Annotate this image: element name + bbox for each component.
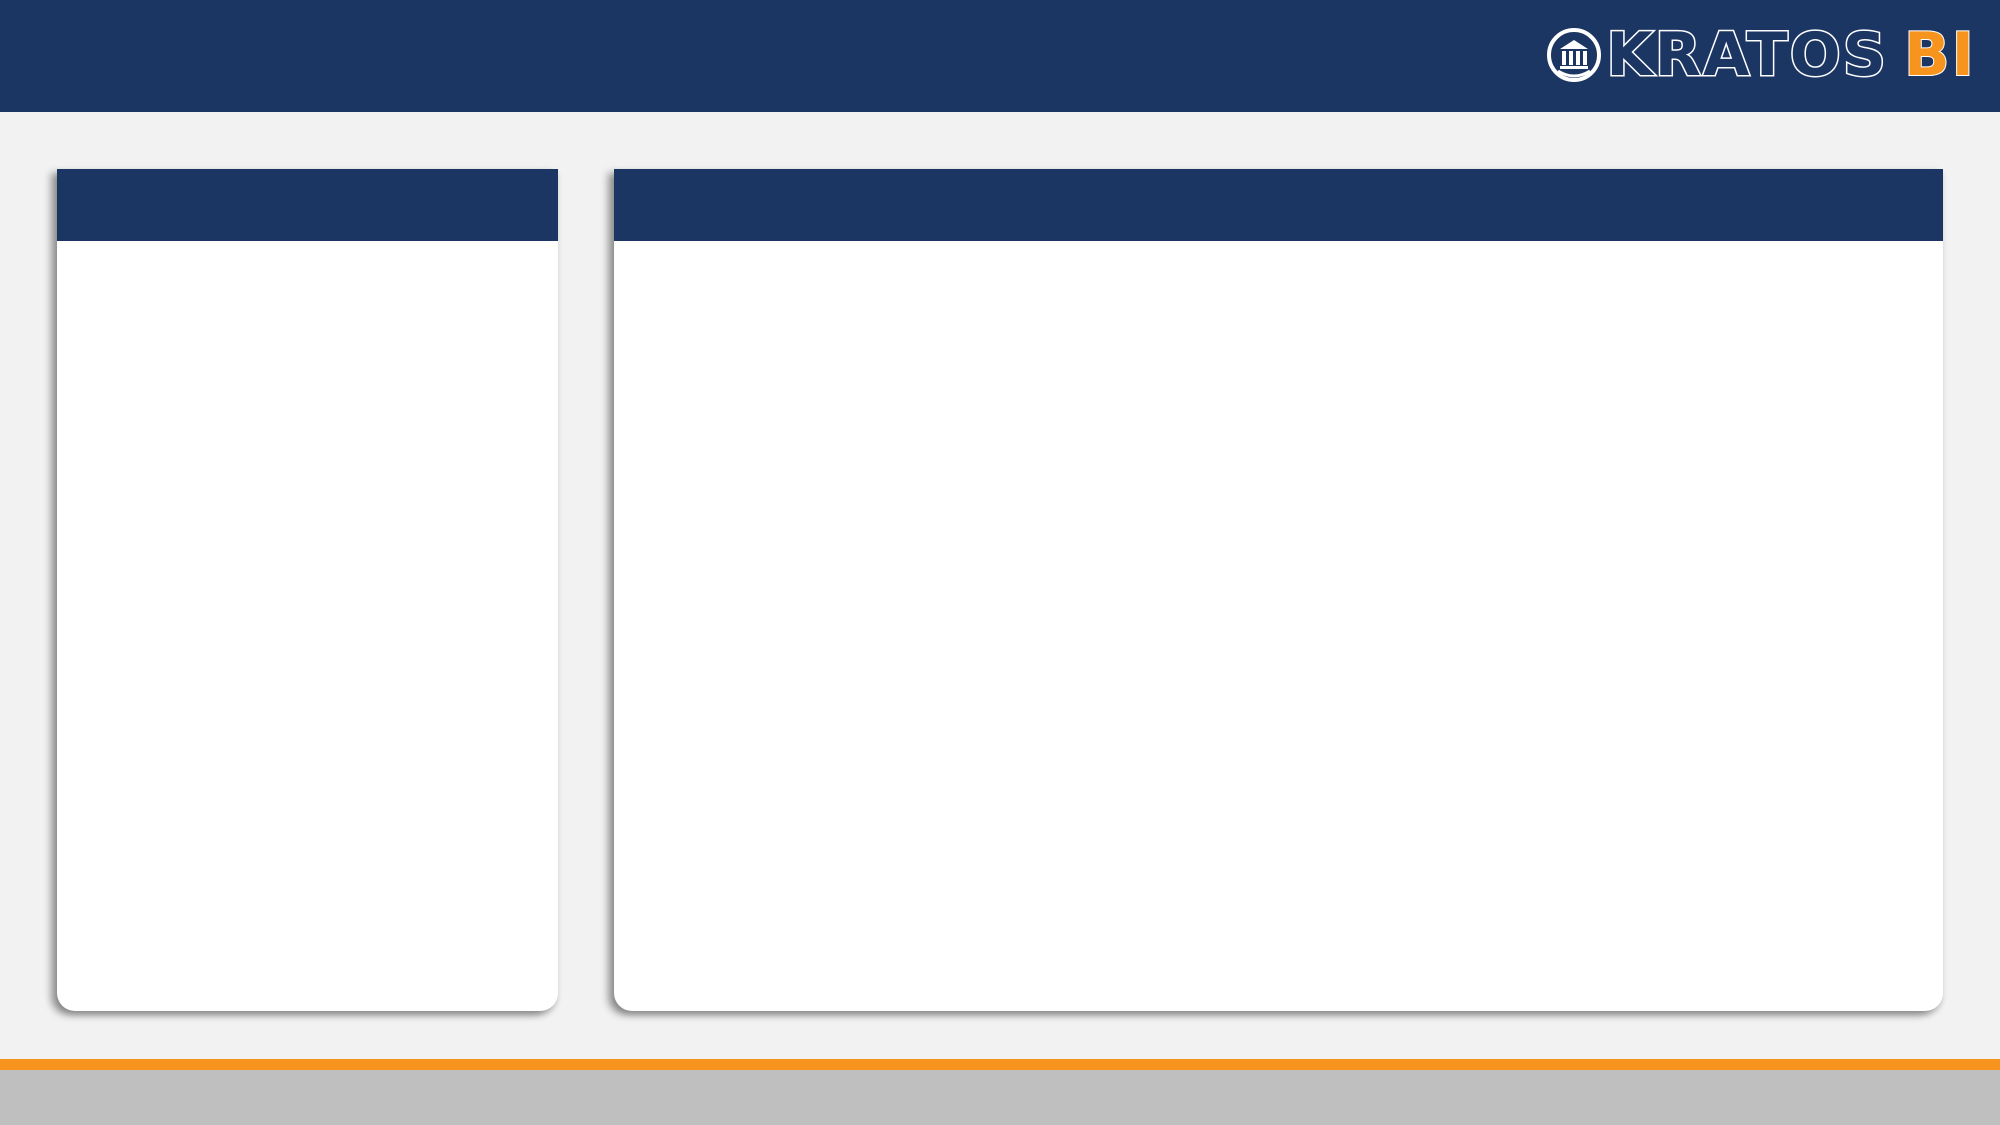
main-panel-header (614, 169, 1943, 241)
footer-bar (0, 1070, 2000, 1125)
kratos-bi-logo: KRATOS BI (1546, 20, 1976, 90)
temple-columns-icon (1547, 28, 1602, 82)
logo-wordmark-accent: BI (1903, 20, 1976, 90)
left-panel-body (57, 241, 558, 1011)
logo-wordmark: KRATOS (1605, 20, 1888, 90)
top-bar: KRATOS BI (0, 0, 2000, 112)
left-panel-header (57, 169, 558, 241)
main-panel-body (614, 241, 1943, 1011)
main-panel (614, 169, 1943, 1011)
left-panel (57, 169, 558, 1011)
footer-accent-stripe (0, 1059, 2000, 1070)
